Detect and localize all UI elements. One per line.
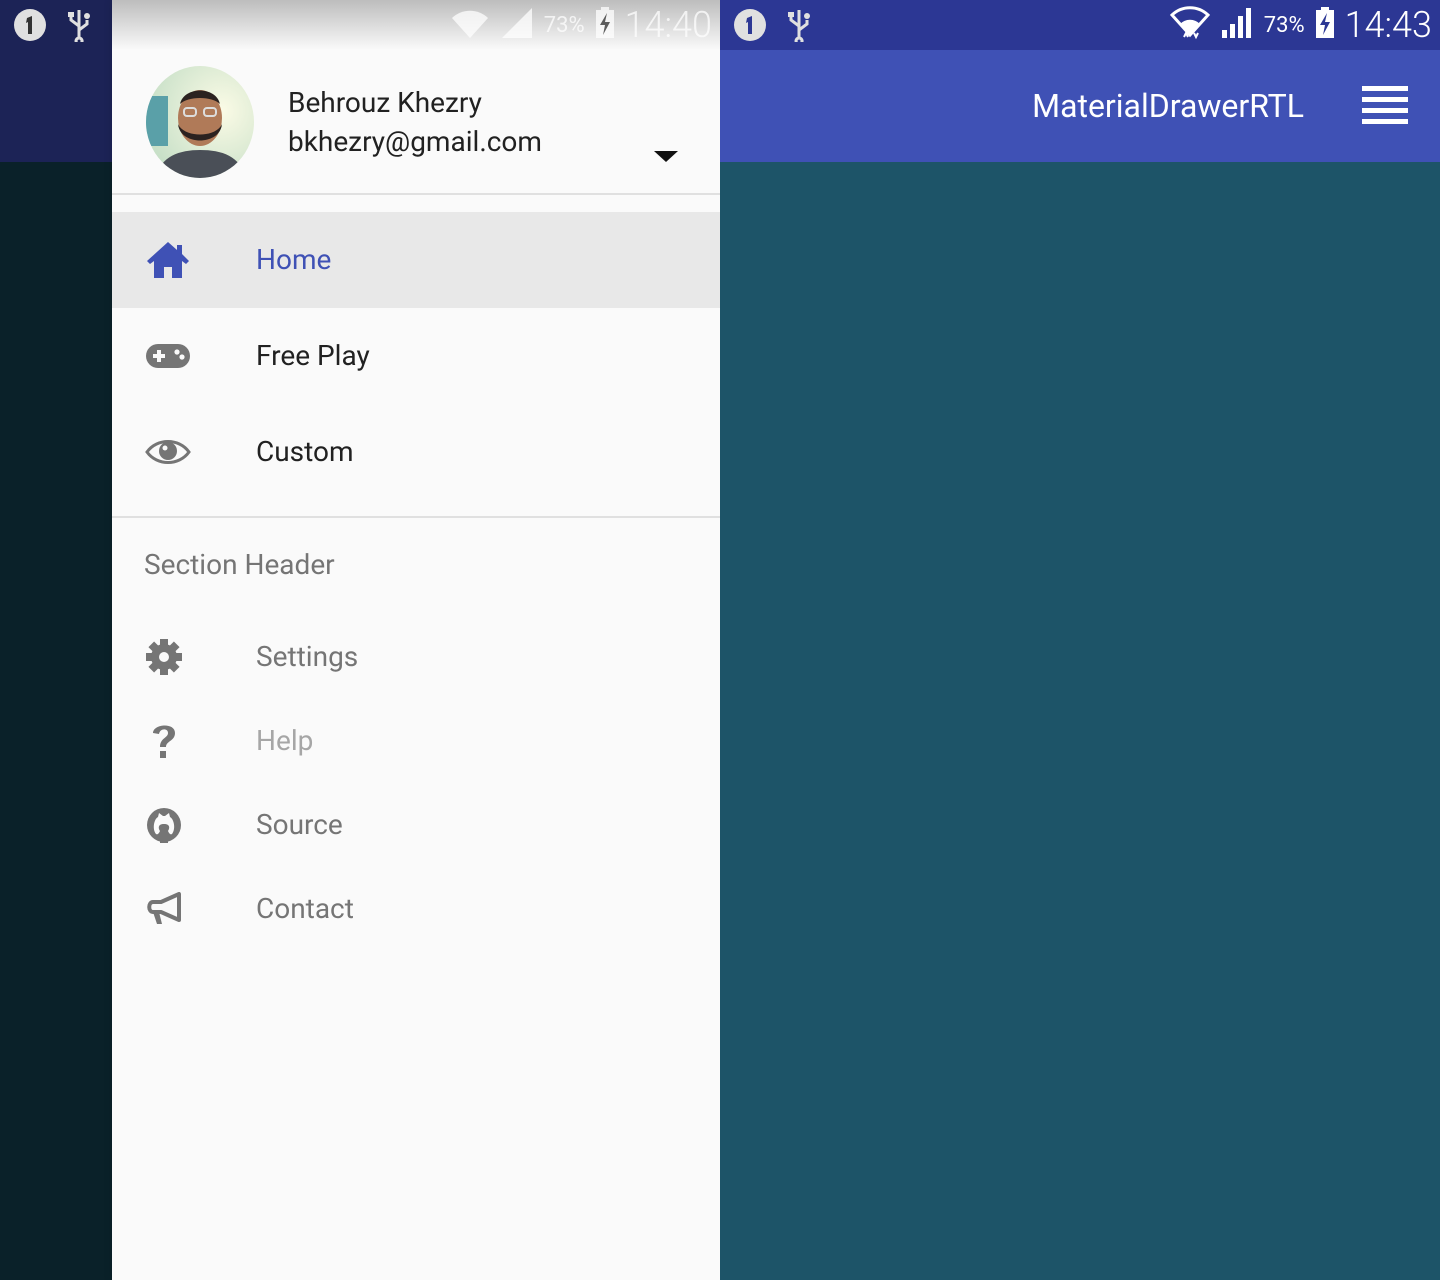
sim-1-icon [732,8,768,42]
drawer-item-label: Source [256,808,343,841]
toolbar-title: MaterialDrawerRTL [1032,87,1304,125]
drawer-item-contact[interactable]: Contact [112,867,720,951]
github-icon [140,805,188,845]
wifi-icon [1169,5,1210,45]
navigation-drawer: 73% 14:40 Behrouz Khezry bkhezry@gmail.c… [112,0,720,1280]
eye-icon [144,432,192,472]
hamburger-menu-icon[interactable] [1362,86,1408,126]
account-name: Behrouz Khezry [288,86,482,119]
toolbar: MaterialDrawerRTL [720,50,1440,162]
right-screen: 73% 14:43 MaterialDrawerRTL [720,0,1440,1280]
drawer-item-label: Contact [256,892,354,925]
signal-icon [1220,6,1254,44]
battery-percent: 73% [1263,12,1305,38]
main-content [720,162,1440,1280]
drawer-item-label: Settings [256,640,359,673]
account-header[interactable]: Behrouz Khezry bkhezry@gmail.com [112,50,720,195]
section-header: Section Header [144,548,335,581]
account-switcher-dropdown-icon[interactable] [652,148,680,164]
battery-percent: 73% [543,12,585,38]
account-email: bkhezry@gmail.com [288,125,542,158]
gamepad-icon [144,336,192,376]
drawer-divider [112,516,720,518]
drawer-item-label: Home [256,243,332,276]
home-icon [144,240,192,280]
usb-icon [784,8,814,42]
drawer-item-label: Custom [256,435,354,468]
battery-charging-icon [595,7,615,43]
left-screen: 73% 14:40 Behrouz Khezry bkhezry@gmail.c… [0,0,720,1280]
drawer-item-label: Help [256,724,314,757]
drawer-item-free-play[interactable]: Free Play [112,308,720,404]
wifi-icon [450,6,490,44]
drawer-item-settings[interactable]: Settings [112,615,720,699]
profile-avatar[interactable] [146,66,254,178]
status-bar-right: 73% 14:43 [1169,4,1432,46]
drawer-item-source[interactable]: Source [112,783,720,867]
question-icon [140,721,188,761]
status-clock: 14:40 [624,4,712,46]
battery-charging-icon [1315,7,1335,43]
gear-icon [140,637,188,677]
drawer-item-help[interactable]: Help [112,699,720,783]
drawer-item-label: Free Play [256,339,370,372]
megaphone-icon [140,889,188,929]
signal-icon [500,6,534,44]
sim-1-icon [12,8,48,42]
drawer-item-home[interactable]: Home [112,212,720,308]
status-clock: 14:43 [1344,4,1432,46]
status-bar: 73% 14:43 [720,0,1440,50]
usb-icon [64,8,94,42]
drawer-item-custom[interactable]: Custom [112,404,720,500]
status-bar-right: 73% 14:40 [450,4,712,46]
